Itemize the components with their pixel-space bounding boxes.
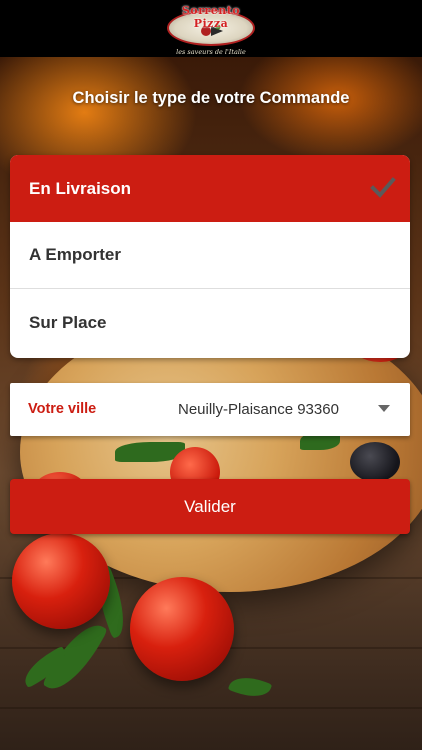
- order-type-list: En Livraison A Emporter Sur Place: [10, 155, 410, 358]
- caret-down-icon[interactable]: [378, 405, 390, 412]
- order-type-label: Sur Place: [29, 312, 107, 332]
- logo-name: Sorrento Pizza: [181, 3, 241, 30]
- city-label: Votre ville: [28, 401, 97, 417]
- validate-button[interactable]: Valider: [10, 479, 410, 534]
- order-type-takeaway[interactable]: A Emporter: [10, 222, 410, 289]
- city-value[interactable]: Neuilly-Plaisance 93360: [178, 401, 339, 418]
- order-type-dine-in[interactable]: Sur Place: [10, 289, 410, 356]
- page-title: Choisir le type de votre Commande: [72, 89, 350, 107]
- order-type-label: En Livraison: [29, 178, 132, 198]
- logo-tagline: les saveurs de l'Italie: [176, 47, 246, 56]
- brand-logo: Sorrento Pizza les saveurs de l'Italie: [163, 4, 259, 56]
- app-header: Sorrento Pizza les saveurs de l'Italie: [0, 0, 422, 57]
- order-type-label: A Emporter: [29, 245, 121, 264]
- checkmark-icon: [370, 177, 396, 198]
- order-type-delivery[interactable]: En Livraison: [10, 155, 410, 222]
- city-select[interactable]: Votre ville Neuilly-Plaisance 93360: [10, 383, 410, 436]
